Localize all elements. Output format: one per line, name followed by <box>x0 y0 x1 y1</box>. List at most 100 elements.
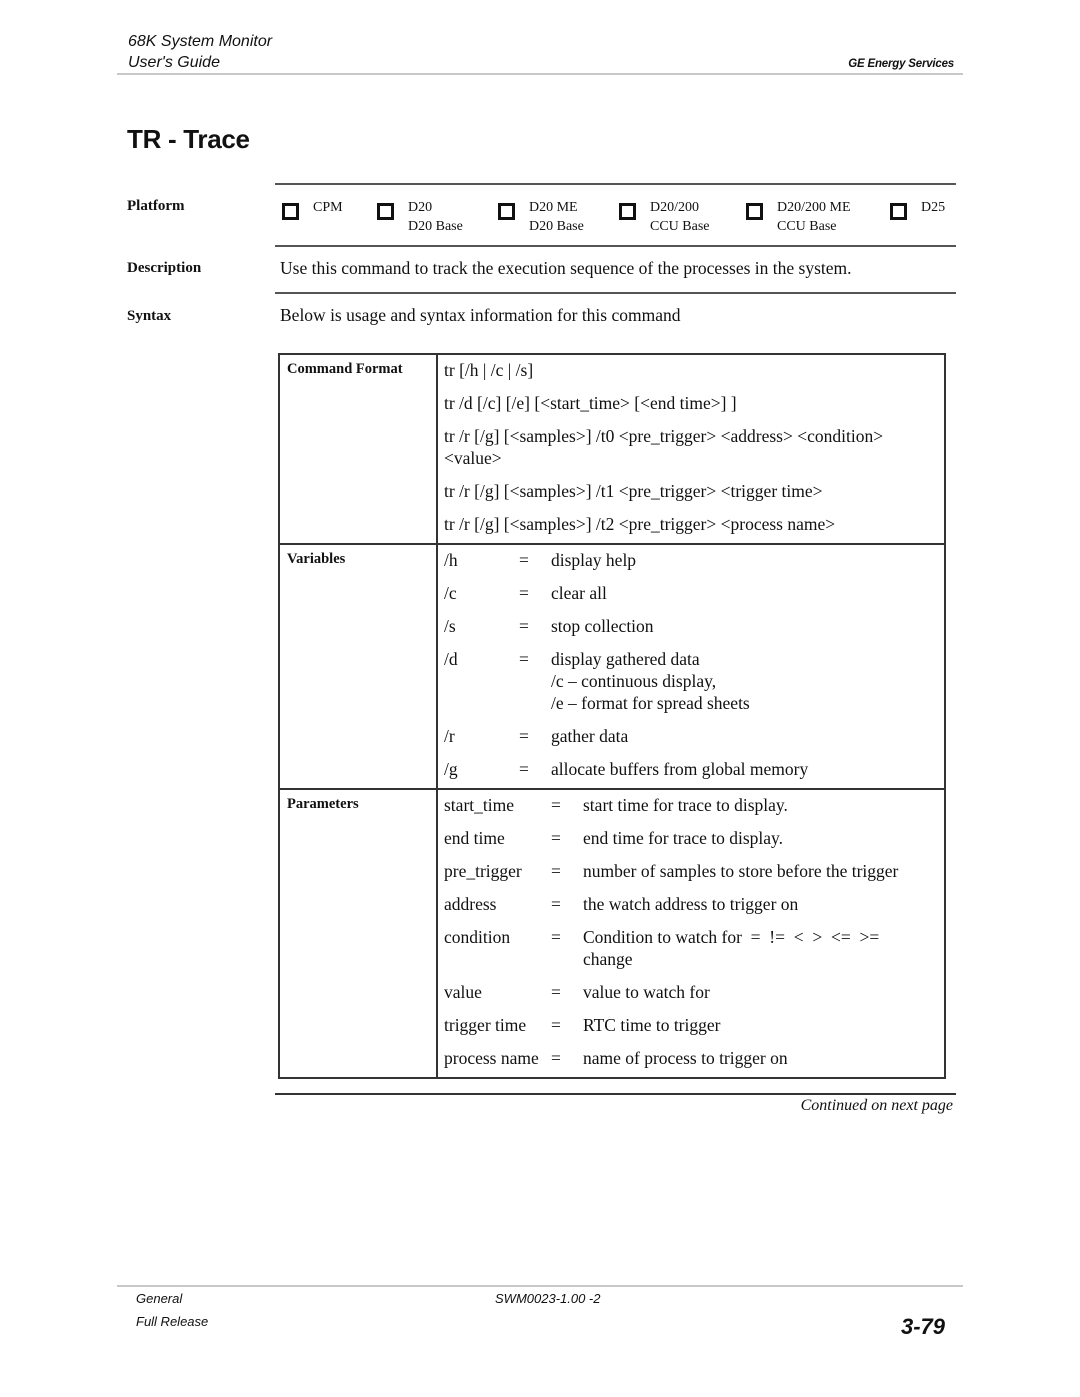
checkbox-icon <box>619 203 636 220</box>
variables-label: Variables <box>280 545 438 788</box>
platform-option-d20-200: D20/200 CCU Base <box>619 198 710 236</box>
equals-sign: = <box>551 1015 561 1035</box>
description-label: Description <box>127 260 202 276</box>
variable-desc: gather data <box>551 726 629 746</box>
parameter-item: pre_trigger = number of samples to store… <box>444 860 938 882</box>
parameter-desc: end time for trace to display. <box>583 828 784 848</box>
platform-name: D25 <box>921 200 946 215</box>
page-number: 3-79 <box>900 1314 945 1339</box>
parameter-item: value = value to watch for <box>444 981 938 1003</box>
syntax-table: Command Format tr [/h | /c | /s] tr /d [… <box>278 353 946 1079</box>
page-title: TR - Trace <box>127 124 250 154</box>
platform-option-d20-200-me: D20/200 ME CCU Base <box>746 198 851 236</box>
parameter-item: end time = end time for trace to display… <box>444 827 938 849</box>
variable-desc: stop collection <box>551 616 654 636</box>
platform-base: CCU Base <box>650 219 710 234</box>
footer-release: Full Release <box>136 1314 209 1329</box>
equals-sign: = <box>551 795 561 815</box>
platform-option-d20-me: D20 ME D20 Base <box>498 198 584 236</box>
footer-doc-id: SWM0023-1.00 -2 <box>495 1291 601 1306</box>
command-format-label: Command Format <box>280 355 438 543</box>
equals-sign: = <box>519 583 529 603</box>
equals-sign: = <box>551 894 561 914</box>
parameter-key: trigger time <box>444 1015 527 1035</box>
parameter-desc: number of samples to store before the tr… <box>583 861 899 881</box>
equals-sign: = <box>551 861 561 881</box>
variable-suboption: /c – continuous display, <box>551 671 717 691</box>
variable-item: /r = gather data <box>444 725 938 747</box>
parameter-desc: name of process to trigger on <box>583 1048 788 1068</box>
variable-item: /s = stop collection <box>444 615 938 637</box>
variable-key: /d <box>444 649 458 669</box>
equals-sign: = <box>519 759 529 779</box>
parameter-item: process name = name of process to trigge… <box>444 1047 938 1069</box>
parameter-desc: RTC time to trigger <box>583 1015 721 1035</box>
variable-key: /g <box>444 759 458 779</box>
footer-section: General <box>136 1291 183 1306</box>
checkbox-icon <box>282 203 299 220</box>
variable-item: /h = display help <box>444 549 938 571</box>
parameter-desc: start time for trace to display. <box>583 795 788 815</box>
document-title: 68K System Monitor <box>128 33 273 50</box>
parameter-item: address = the watch address to trigger o… <box>444 893 938 915</box>
variable-desc: allocate buffers from global memory <box>551 759 809 779</box>
parameter-item: trigger time = RTC time to trigger <box>444 1014 938 1036</box>
checkbox-icon <box>498 203 515 220</box>
platform-name: D20 ME <box>529 200 578 215</box>
variable-desc: clear all <box>551 583 607 603</box>
equals-sign: = <box>519 726 529 746</box>
parameters-row: Parameters start_time = start time for t… <box>280 788 944 1077</box>
platform-label: Platform <box>127 198 185 214</box>
variable-suboption: /e – format for spread sheets <box>551 693 750 713</box>
platform-base: D20 Base <box>529 219 584 234</box>
platform-base: CCU Base <box>777 219 837 234</box>
checkbox-icon <box>377 203 394 220</box>
variable-key: /s <box>444 616 456 636</box>
description-divider <box>275 245 956 247</box>
variable-key: /c <box>444 583 457 603</box>
checkbox-icon <box>890 203 907 220</box>
platform-option-d25: D25 <box>890 198 945 220</box>
command-format-row: Command Format tr [/h | /c | /s] tr /d [… <box>280 355 944 543</box>
header-divider <box>117 73 963 75</box>
parameters-label: Parameters <box>280 790 438 1077</box>
parameter-key: start_time <box>444 795 514 815</box>
platform-name: CPM <box>313 200 343 215</box>
continued-divider <box>275 1093 956 1095</box>
platform-name: D20 <box>408 200 433 215</box>
variable-item: /d = display gathered data /c – continuo… <box>444 648 938 714</box>
syntax-intro: Below is usage and syntax information fo… <box>280 305 681 325</box>
description-text: Use this command to track the execution … <box>280 258 852 278</box>
command-line: tr /r [/g] [<samples>] /t2 <pre_trigger>… <box>444 514 836 534</box>
variables-row: Variables /h = display help /c = clear a… <box>280 543 944 788</box>
company-name: GE Energy Services <box>848 58 954 70</box>
equals-sign: = <box>551 828 561 848</box>
equals-sign: = <box>551 927 561 947</box>
syntax-label: Syntax <box>127 308 172 324</box>
platform-option-cpm: CPM <box>282 198 343 220</box>
variable-desc: display gathered data <box>551 649 700 669</box>
parameter-item: condition = Condition to watch for = != … <box>444 926 938 970</box>
equals-sign: = <box>519 649 529 669</box>
platform-option-d20: D20 D20 Base <box>377 198 463 236</box>
parameter-key: pre_trigger <box>444 861 522 881</box>
footer-divider <box>117 1285 963 1287</box>
variable-item: /g = allocate buffers from global memory <box>444 758 938 780</box>
platform-name: D20/200 ME <box>777 200 851 215</box>
parameter-desc: Condition to watch for = != < > <= >= ch… <box>583 927 884 969</box>
variable-item: /c = clear all <box>444 582 938 604</box>
equals-sign: = <box>551 1048 561 1068</box>
platform-name: D20/200 <box>650 200 699 215</box>
parameter-key: address <box>444 894 497 914</box>
parameter-key: value <box>444 982 482 1002</box>
parameter-item: start_time = start time for trace to dis… <box>444 794 938 816</box>
platform-base: D20 Base <box>408 219 463 234</box>
command-line: tr /d [/c] [/e] [<start_time> [<end time… <box>444 393 737 413</box>
equals-sign: = <box>551 982 561 1002</box>
parameter-key: end time <box>444 828 505 848</box>
variable-key: /h <box>444 550 458 570</box>
parameter-desc: value to watch for <box>583 982 710 1002</box>
command-line: tr /r [/g] [<samples>] /t0 <pre_trigger>… <box>444 426 884 468</box>
parameter-key: condition <box>444 927 511 947</box>
continued-note: Continued on next page <box>800 1097 953 1114</box>
